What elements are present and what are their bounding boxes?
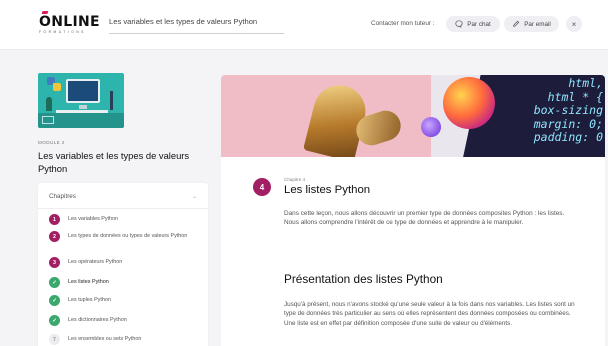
monitor-icon — [66, 79, 100, 103]
module-title: Les variables et les types de valeurs Py… — [38, 150, 190, 174]
chapter-item-variables[interactable]: 1 Les variables Python — [49, 214, 199, 225]
chapter-number-badge: 2 — [49, 231, 60, 242]
module-thumbnail — [38, 73, 124, 128]
chapter-title: Les listes Python — [284, 184, 371, 196]
chapter-item-label: Les dictionnaires Python — [68, 317, 127, 324]
section-body: Jusqu'à présent, nous n'avons stocké qu'… — [284, 301, 575, 327]
chapter-item-label: Les ensembles ou sets Python — [68, 336, 142, 343]
hero-gradient-sphere — [443, 77, 495, 129]
lesson-intro: Dans cette leçon, nous allons découvrir … — [284, 210, 565, 227]
chapter-item-tuples[interactable]: ✓ Les tuples Python — [49, 295, 199, 306]
course-title: Les variables et les types de valeurs Py… — [109, 17, 284, 34]
check-icon: ✓ — [49, 295, 60, 306]
chapter-number-badge: 3 — [49, 257, 60, 268]
module-label: MODULE 2 — [38, 140, 65, 145]
chapter-item-operateurs[interactable]: 3 Les opérateurs Python — [49, 257, 199, 268]
lesson-hero-image: html, html * { box-sizing margin: 0; pad… — [221, 75, 605, 157]
python-logo-icon-part — [53, 83, 61, 91]
hero-code-snippet: html, html * { box-sizing margin: 0; pad… — [533, 76, 603, 144]
chapters-panel: Chapitres ⌄ 1 Les variables Python 2 Les… — [38, 183, 208, 346]
chapter-item-label: Les variables Python — [68, 216, 119, 223]
chapter-number-badge: 4 — [253, 178, 271, 196]
close-icon: × — [571, 19, 577, 29]
chapter-kicker: Chapitre 4 — [284, 177, 306, 182]
email-button-label: Par email — [524, 20, 551, 28]
desk-top — [56, 110, 108, 113]
logo-subtext: FORMATIONS — [39, 30, 87, 34]
logo[interactable]: ONLINE FORMATIONS — [39, 11, 100, 34]
lamp-icon — [110, 91, 113, 110]
monitor-stand — [79, 105, 87, 109]
chapter-item-label: Les listes Python — [68, 279, 109, 286]
divider — [38, 208, 208, 209]
top-bar: ONLINE FORMATIONS Les variables et les t… — [0, 0, 608, 50]
pencil-icon — [513, 20, 520, 27]
chapter-number-badge: 1 — [49, 214, 60, 225]
chapter-item-label: Les tuples Python — [68, 297, 111, 304]
check-icon: ✓ — [49, 315, 60, 326]
chapters-header[interactable]: Chapitres — [49, 193, 76, 200]
chapter-number-badge: 7 — [49, 334, 60, 345]
chapter-item-listes[interactable]: ✓ Les listes Python — [49, 277, 199, 288]
chapter-item-ensembles[interactable]: 7 Les ensembles ou sets Python — [49, 334, 199, 345]
chapter-item-label: Les opérateurs Python — [68, 259, 123, 266]
logo-text: ONLINE — [39, 14, 100, 30]
hero-purple-sphere — [421, 117, 441, 137]
close-button[interactable]: × — [566, 16, 582, 32]
chapter-item-label: Les types de données ou types de valeurs… — [68, 233, 188, 240]
lesson-content: html, html * { box-sizing margin: 0; pad… — [221, 75, 605, 346]
chat-button-label: Par chat — [467, 20, 491, 28]
section-title: Présentation des listes Python — [284, 272, 443, 286]
contact-tutor-label: Contacter mon tuteur : — [371, 20, 435, 27]
chart-icon — [42, 116, 54, 124]
chapter-item-types[interactable]: 2 Les types de données ou types de valeu… — [49, 231, 199, 242]
chat-icon — [455, 20, 463, 28]
chevron-down-icon[interactable]: ⌄ — [192, 193, 197, 200]
chapter-item-dictionnaires[interactable]: ✓ Les dictionnaires Python — [49, 315, 199, 326]
chat-button[interactable]: Par chat — [446, 16, 500, 32]
email-button[interactable]: Par email — [504, 16, 559, 32]
check-icon: ✓ — [49, 277, 60, 288]
plant-icon — [46, 97, 52, 111]
